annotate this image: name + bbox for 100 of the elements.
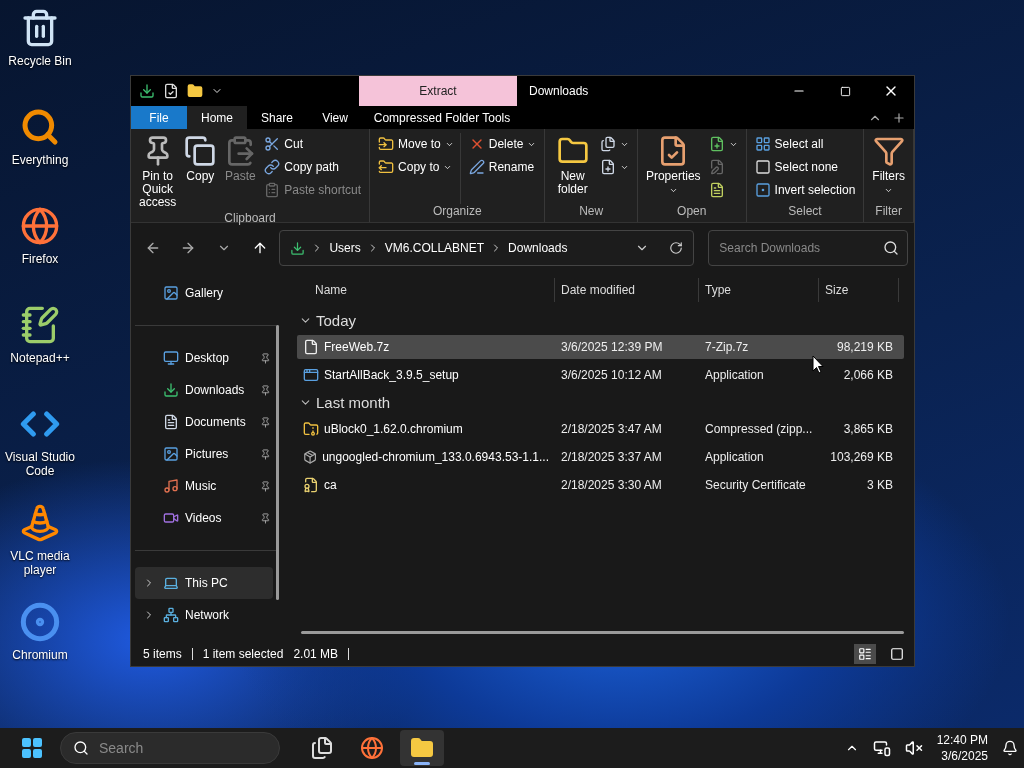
- desktop-shortcut[interactable]: Firefox: [0, 204, 80, 303]
- breadcrumb[interactable]: Users: [329, 241, 361, 255]
- ribbon-button[interactable]: Select none: [752, 156, 858, 178]
- laptop-icon: [163, 575, 179, 591]
- windows-logo-icon: [20, 736, 44, 760]
- date-cell-text: 3/6/2025 10:12 AM: [560, 368, 663, 382]
- ribbon-group-label: Clipboard: [223, 211, 277, 225]
- address-bar[interactable]: Users VM6.COLLABNET Downloads: [279, 230, 695, 266]
- nav-item[interactable]: Network: [135, 599, 273, 631]
- file-pen-icon: [708, 159, 725, 175]
- nav-item[interactable]: This PC: [135, 567, 273, 599]
- ribbon-button[interactable]: Rename: [466, 156, 539, 178]
- type-cell-text: Compressed (zipp...: [704, 422, 814, 436]
- ribbon-button[interactable]: Move to: [376, 133, 456, 155]
- circle-icon: [20, 602, 60, 642]
- nav-item[interactable]: Pictures: [135, 438, 273, 470]
- clock[interactable]: 12:40 PM 3/6/2025: [936, 732, 988, 764]
- selection-count: 1 item selected: [202, 647, 284, 661]
- ribbon-button[interactable]: Copy path: [262, 156, 364, 178]
- archive-icon: [303, 421, 319, 437]
- breadcrumb[interactable]: Downloads: [508, 241, 568, 255]
- ribbon-tab[interactable]: Home: [187, 106, 247, 129]
- ribbon-button[interactable]: Properties: [643, 133, 703, 197]
- group-header[interactable]: Today: [297, 307, 904, 333]
- file-row[interactable]: ca 2/18/2025 3:30 AM Security Certificate 3 KB: [297, 473, 904, 497]
- file-row[interactable]: ungoogled-chromium_133.0.6943.53-1.1... 2/18/2025 3:37 AM Application 103,269 KB: [297, 445, 904, 469]
- column-header[interactable]: Name: [297, 278, 555, 302]
- search-icon: [73, 740, 89, 756]
- ribbon-button[interactable]: Pin to Quick access: [137, 133, 179, 211]
- nav-item[interactable]: Music: [135, 470, 273, 502]
- plus-icon[interactable]: [892, 110, 906, 125]
- globe-icon: [20, 206, 60, 246]
- caret-icon: [884, 186, 894, 195]
- pin-icon: [260, 480, 271, 492]
- desktop-shortcut[interactable]: Notepad++: [0, 303, 80, 402]
- ribbon-button[interactable]: Filters: [870, 133, 907, 197]
- nav-item[interactable]: Downloads: [135, 374, 273, 406]
- breadcrumb[interactable]: VM6.COLLABNET: [384, 241, 485, 255]
- file-name: StartAllBack_3.9.5_setup: [324, 368, 459, 382]
- copy-icon: [184, 135, 217, 167]
- pin-icon: [260, 384, 271, 396]
- desktop-icon: [163, 350, 179, 366]
- ribbon-button[interactable]: Select all: [752, 133, 858, 155]
- pen-icon: [468, 159, 485, 175]
- desktop-shortcut[interactable]: Chromium: [0, 600, 80, 699]
- mute-icon[interactable]: [904, 739, 923, 757]
- desktop-shortcut[interactable]: Visual Studio Code: [0, 402, 80, 501]
- bell-icon[interactable]: [1002, 740, 1018, 756]
- file-check-icon[interactable]: [163, 83, 179, 99]
- refresh-icon[interactable]: [669, 241, 684, 255]
- ribbon-button[interactable]: Copy to: [376, 156, 456, 178]
- file-row[interactable]: FreeWeb.7z 3/6/2025 12:39 PM 7-Zip.7z 98,219 KB: [297, 335, 904, 359]
- nav-item[interactable]: Videos: [135, 502, 273, 534]
- search-input[interactable]: Search: [97, 739, 267, 757]
- pin-icon: [260, 448, 271, 460]
- file-row[interactable]: uBlock0_1.62.0.chromium 2/18/2025 3:47 AM Compressed (zipp... 3,865 KB: [297, 417, 904, 441]
- column-header[interactable]: Size: [819, 278, 899, 302]
- maximize-icon: [839, 85, 851, 97]
- download-icon[interactable]: [139, 83, 155, 99]
- ribbon-button[interactable]: Copy: [182, 133, 219, 185]
- folder-icon[interactable]: [187, 83, 203, 99]
- file-row[interactable]: StartAllBack_3.9.5_setup 3/6/2025 10:12 AM Application 2,066 KB: [297, 363, 904, 387]
- square-icon: [754, 182, 771, 198]
- date-cell-text: 2/18/2025 3:37 AM: [560, 450, 663, 464]
- ribbon-button[interactable]: Delete: [466, 133, 539, 155]
- nav-item[interactable]: Documents: [135, 406, 273, 438]
- square-icon: [754, 159, 771, 175]
- column-header[interactable]: Date modified: [555, 278, 699, 302]
- file-plus-icon: [708, 136, 725, 152]
- ribbon-button[interactable]: New folder: [551, 133, 594, 198]
- nav-item[interactable]: Gallery: [135, 277, 273, 309]
- pin-icon: [260, 512, 271, 524]
- desktop-shortcut[interactable]: Recycle Bin: [0, 6, 80, 105]
- date-cell-text: 3/6/2025 12:39 PM: [560, 340, 664, 354]
- column-header[interactable]: Type: [699, 278, 819, 302]
- folder-icon: [378, 159, 395, 175]
- files-icon: [599, 136, 616, 152]
- desktop-shortcut[interactable]: VLC media player: [0, 501, 80, 600]
- pin-icon: [260, 352, 271, 364]
- ribbon-group-label: New: [578, 204, 605, 220]
- pointer-icon: [812, 355, 824, 374]
- scrollbar[interactable]: [301, 631, 904, 634]
- scrollbar[interactable]: [276, 325, 279, 600]
- desktop-shortcut[interactable]: Everything: [0, 105, 80, 204]
- music-icon: [163, 478, 179, 494]
- group-header[interactable]: Last month: [297, 389, 904, 415]
- details-view-button[interactable]: [854, 644, 876, 664]
- ribbon-button[interactable]: Invert selection: [752, 179, 858, 201]
- square-icon: [890, 647, 904, 661]
- file-name: ca: [324, 478, 337, 492]
- search-input[interactable]: Search Downloads: [717, 240, 883, 256]
- caret-icon: [668, 186, 678, 195]
- ribbon-button[interactable]: Cut: [262, 133, 364, 155]
- taskbar-search-field[interactable]: Search: [60, 732, 280, 764]
- monitor-icon[interactable]: [872, 739, 891, 757]
- ribbon-tab[interactable]: File: [131, 106, 187, 129]
- search-field[interactable]: Search Downloads: [708, 230, 908, 266]
- nav-item[interactable]: Desktop: [135, 342, 273, 374]
- taskbar-app-button[interactable]: [400, 730, 444, 766]
- file-plus-icon: [599, 159, 616, 175]
